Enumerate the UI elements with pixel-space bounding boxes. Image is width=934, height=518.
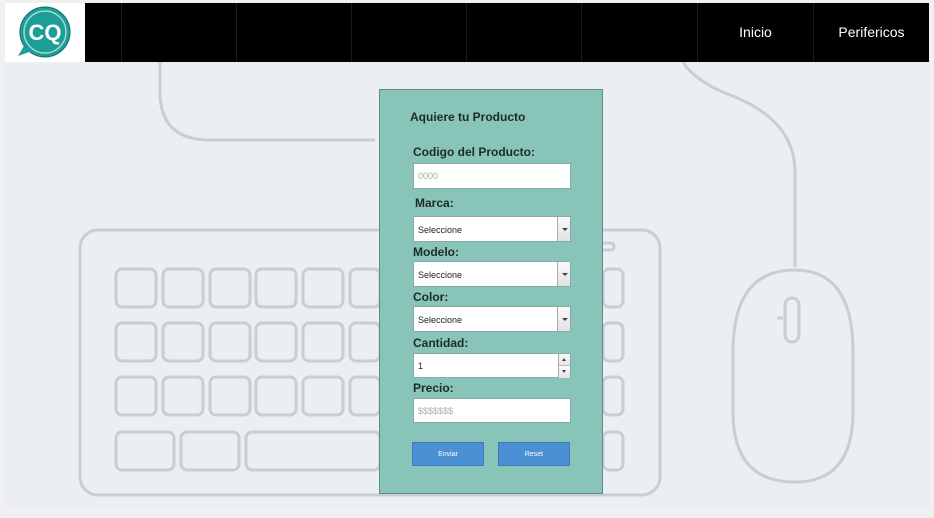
chevron-down-icon[interactable] xyxy=(557,262,570,286)
nav-empty-cell xyxy=(466,3,581,62)
precio-field[interactable] xyxy=(413,398,571,423)
spin-up-icon[interactable] xyxy=(559,354,570,366)
spin-down-icon[interactable] xyxy=(559,366,570,378)
product-form: Aquiere tu Producto Codigo del Producto:… xyxy=(379,89,603,494)
logo-letters: CQ xyxy=(29,20,62,45)
chevron-down-icon[interactable] xyxy=(557,307,570,331)
color-label: Color: xyxy=(413,290,449,304)
modelo-select[interactable]: Seleccione xyxy=(413,261,571,287)
color-select[interactable]: Seleccione xyxy=(413,306,571,332)
color-selected-value: Seleccione xyxy=(418,315,463,325)
logo[interactable]: CQ xyxy=(5,3,85,62)
codigo-field[interactable] xyxy=(413,163,571,189)
precio-input[interactable] xyxy=(414,399,570,422)
quantity-spinner xyxy=(558,354,570,378)
form-title: Aquiere tu Producto xyxy=(410,110,526,124)
precio-label: Precio: xyxy=(413,381,454,395)
top-navbar: CQ Inicio Perifericos xyxy=(5,3,929,62)
modelo-label: Modelo: xyxy=(413,245,459,259)
enviar-button[interactable]: Enviar xyxy=(412,442,484,466)
nav-empty-cell xyxy=(581,3,697,62)
nav-link-inicio[interactable]: Inicio xyxy=(697,3,813,62)
cantidad-stepper[interactable]: 1 xyxy=(413,353,571,378)
codigo-input[interactable] xyxy=(414,164,570,188)
reset-button[interactable]: Reset xyxy=(498,442,570,466)
chat-bubble-logo-icon: CQ xyxy=(18,6,71,58)
chevron-down-icon[interactable] xyxy=(557,217,570,241)
nav-empty-cell xyxy=(236,3,351,62)
page: CQ Inicio Perifericos Aquiere tu Product… xyxy=(5,3,929,508)
cantidad-label: Cantidad: xyxy=(413,336,469,350)
nav-empty-cell xyxy=(121,3,236,62)
marca-label: Marca: xyxy=(415,196,454,210)
marca-selected-value: Seleccione xyxy=(418,225,463,235)
nav-link-perifericos[interactable]: Perifericos xyxy=(813,3,929,62)
cantidad-value: 1 xyxy=(418,361,424,371)
marca-select[interactable]: Seleccione xyxy=(413,216,571,242)
codigo-label: Codigo del Producto: xyxy=(413,145,535,159)
modelo-selected-value: Seleccione xyxy=(418,270,463,280)
nav-empty-cell xyxy=(351,3,466,62)
